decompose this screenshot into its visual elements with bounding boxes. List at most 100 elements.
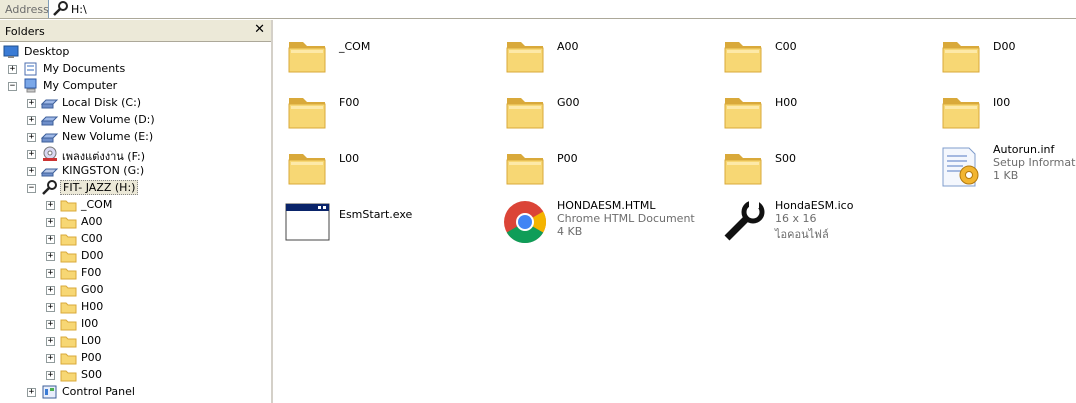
expand-icon[interactable]: + — [46, 235, 55, 244]
cd-drive-icon — [43, 146, 57, 161]
folder-icon — [60, 336, 77, 348]
folder-icon — [288, 154, 326, 185]
folder-icon — [506, 154, 544, 185]
tree-item[interactable]: + New Volume (E:) — [0, 129, 271, 146]
folder-icon — [60, 217, 77, 229]
tree-item[interactable]: + S00 — [0, 367, 271, 384]
file-item[interactable]: HONDAESM.HTML Chrome HTML Document 4 KB — [501, 198, 711, 248]
tree-item[interactable]: + D00 — [0, 248, 271, 265]
item-name: D00 — [993, 40, 1016, 53]
hard-drive-icon — [41, 99, 59, 109]
item-name: I00 — [993, 96, 1011, 109]
file-item[interactable]: Autorun.infSetup Information1 KB — [937, 142, 1076, 192]
expand-icon[interactable]: + — [27, 116, 36, 125]
tree-item[interactable]: − My Computer — [0, 78, 271, 95]
tree-item[interactable]: + A00 — [0, 214, 271, 231]
item-name: A00 — [557, 40, 579, 53]
expand-icon[interactable]: + — [46, 218, 55, 227]
folder-item[interactable]: S00 — [719, 142, 929, 192]
expand-icon[interactable]: + — [46, 371, 55, 380]
close-icon[interactable]: ✕ — [254, 22, 265, 37]
expand-icon[interactable]: + — [27, 99, 36, 108]
tree-item[interactable]: + KINGSTON (G:) — [0, 163, 271, 180]
tree-item-label: P00 — [81, 351, 102, 364]
expand-icon[interactable]: + — [27, 388, 36, 397]
tree-item-label: KINGSTON (G:) — [62, 164, 145, 177]
tree-item-label: L00 — [81, 334, 102, 347]
item-name: C00 — [775, 40, 797, 53]
expand-icon[interactable]: + — [46, 269, 55, 278]
application-icon — [285, 203, 330, 241]
expand-icon[interactable]: + — [46, 354, 55, 363]
tree-item[interactable]: + _COM — [0, 197, 271, 214]
folder-icon — [942, 42, 980, 73]
folder-icon — [288, 42, 326, 73]
tree-item-label: Desktop — [24, 45, 70, 58]
file-list: _COM A00 C00 D00 F00 G00 H00 I00 L00 P00… — [275, 20, 1076, 403]
tree-item[interactable]: + Local Disk (C:) — [0, 95, 271, 112]
folders-pane: Folders ✕ Desktop + My Documents − My Comput… — [0, 20, 273, 403]
folder-item[interactable]: A00 — [501, 30, 711, 80]
expand-icon[interactable]: + — [27, 150, 36, 159]
folder-item[interactable]: G00 — [501, 86, 711, 136]
expand-icon[interactable]: + — [27, 133, 36, 142]
tree-item[interactable]: + C00 — [0, 231, 271, 248]
folder-icon — [60, 268, 77, 280]
folder-icon — [506, 42, 544, 73]
tree-item-label: D00 — [81, 249, 104, 262]
removable-drive-icon — [41, 168, 59, 177]
control-panel-icon — [42, 385, 57, 399]
wrench-drive-icon — [42, 180, 57, 195]
chrome-icon — [504, 201, 547, 244]
tree-item[interactable]: Desktop — [0, 44, 271, 61]
tree-item[interactable]: + F00 — [0, 265, 271, 282]
folder-item[interactable]: _COM — [283, 30, 493, 80]
folder-item[interactable]: D00 — [937, 30, 1076, 80]
expand-icon[interactable]: + — [46, 252, 55, 261]
folder-item[interactable]: L00 — [283, 142, 493, 192]
expand-icon[interactable]: + — [46, 320, 55, 329]
tree-item[interactable]: + P00 — [0, 350, 271, 367]
address-bar: Address H:\ — [0, 0, 1076, 19]
my-computer-icon — [24, 78, 37, 93]
folder-item[interactable]: C00 — [719, 30, 929, 80]
folder-item[interactable]: I00 — [937, 86, 1076, 136]
tree-item-label: _COM — [81, 198, 113, 211]
file-item[interactable]: EsmStart.exe — [283, 198, 493, 248]
tree-item-label: G00 — [81, 283, 104, 296]
folder-item[interactable]: F00 — [283, 86, 493, 136]
expand-icon[interactable]: + — [46, 303, 55, 312]
collapse-icon[interactable]: − — [8, 82, 17, 91]
expand-icon[interactable]: + — [27, 167, 36, 176]
folder-icon — [724, 42, 762, 73]
folder-item[interactable]: P00 — [501, 142, 711, 192]
folder-item[interactable]: H00 — [719, 86, 929, 136]
address-field[interactable]: H:\ — [48, 0, 1076, 18]
tree-item[interactable]: + My Documents — [0, 61, 271, 78]
tree-item[interactable]: + Control Panel — [0, 384, 271, 401]
folder-icon — [60, 302, 77, 314]
item-type: Chrome HTML Document — [557, 212, 695, 225]
folders-pane-header: Folders ✕ — [0, 20, 271, 42]
tree-item-label: Local Disk (C:) — [62, 96, 142, 109]
tree-item[interactable]: + H00 — [0, 299, 271, 316]
item-name: EsmStart.exe — [339, 208, 413, 221]
tree-item[interactable]: + เพลงแต่งงาน (F:) — [0, 146, 271, 163]
my-documents-icon — [24, 62, 37, 76]
tree-item[interactable]: + G00 — [0, 282, 271, 299]
item-name: P00 — [557, 152, 578, 165]
expand-icon[interactable]: + — [8, 65, 17, 74]
collapse-icon[interactable]: − — [27, 184, 36, 193]
tree-item-label: F00 — [81, 266, 102, 279]
expand-icon[interactable]: + — [46, 337, 55, 346]
tree-item[interactable]: + I00 — [0, 316, 271, 333]
tree-item-label: I00 — [81, 317, 99, 330]
expand-icon[interactable]: + — [46, 286, 55, 295]
file-item[interactable]: HondaESM.ico 16 x 16 ไอคอนไฟล์ — [719, 198, 929, 248]
folder-icon — [60, 370, 77, 382]
tree-item[interactable]: − FIT- JAZZ (H:) — [0, 180, 271, 197]
tree-item[interactable]: + New Volume (D:) — [0, 112, 271, 129]
tree-item-label: C00 — [81, 232, 103, 245]
expand-icon[interactable]: + — [46, 201, 55, 210]
tree-item[interactable]: + L00 — [0, 333, 271, 350]
